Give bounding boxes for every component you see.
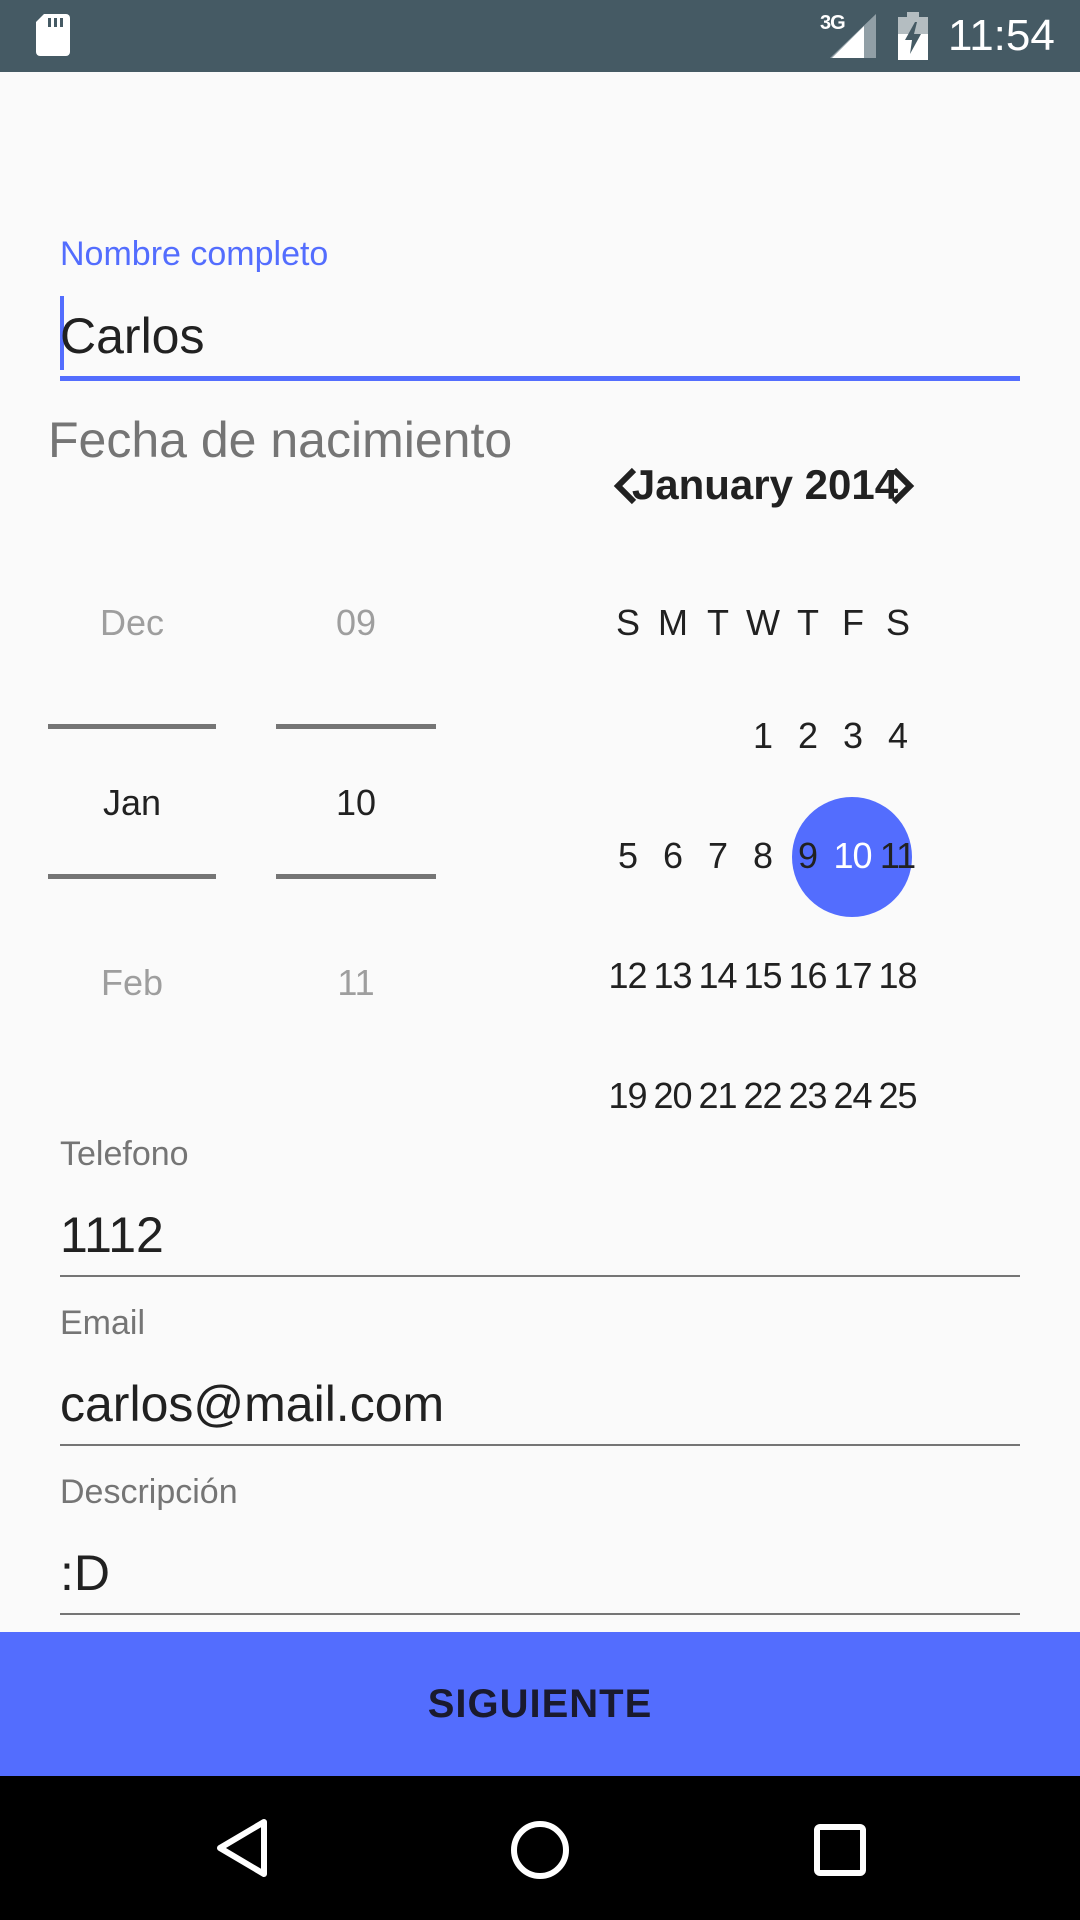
calendar-weekday-label: T bbox=[707, 602, 729, 643]
phone-field-underline bbox=[60, 1275, 1020, 1277]
calendar-day[interactable]: 2 bbox=[785, 714, 830, 758]
month-spinner-divider-top bbox=[48, 724, 216, 729]
next-button[interactable]: SIGUIENTE bbox=[0, 1632, 1080, 1776]
phone-field[interactable]: 1112 bbox=[60, 1205, 164, 1265]
birth-date-label: Fecha de nacimiento bbox=[48, 412, 513, 468]
calendar-day[interactable]: 16 bbox=[785, 954, 830, 998]
description-field[interactable]: :D bbox=[60, 1543, 110, 1603]
calendar-day[interactable]: 15 bbox=[740, 954, 785, 998]
email-field[interactable]: carlos@mail.com bbox=[60, 1374, 444, 1434]
phone-label: Telefono bbox=[60, 1135, 189, 1173]
email-field-underline bbox=[60, 1444, 1020, 1446]
month-spinner-divider-bottom bbox=[48, 874, 216, 879]
calendar-day-selected[interactable]: 10 bbox=[830, 834, 875, 878]
calendar-day[interactable]: 3 bbox=[830, 714, 875, 758]
calendar-day[interactable]: 7 bbox=[695, 834, 740, 878]
calendar-day[interactable]: 9 bbox=[785, 834, 830, 878]
signal-icon bbox=[830, 14, 876, 58]
calendar-next-month-icon[interactable] bbox=[888, 464, 916, 508]
calendar-day[interactable]: 4 bbox=[875, 714, 920, 758]
calendar-day[interactable]: 5 bbox=[605, 834, 650, 878]
day-spinner-prev[interactable]: 09 bbox=[276, 601, 436, 645]
status-clock: 11:54 bbox=[948, 11, 1055, 60]
month-spinner-next[interactable]: Feb bbox=[48, 961, 216, 1005]
recents-icon[interactable] bbox=[812, 1822, 868, 1878]
name-label: Nombre completo bbox=[60, 235, 329, 273]
calendar-weekday-label: W bbox=[746, 602, 780, 643]
calendar-day[interactable]: 11 bbox=[875, 834, 920, 878]
calendar-month-title: January 2014 bbox=[631, 461, 899, 508]
calendar-day[interactable]: 12 bbox=[605, 954, 650, 998]
back-icon[interactable] bbox=[212, 1818, 272, 1878]
calendar-day[interactable]: 19 bbox=[605, 1074, 650, 1118]
home-icon[interactable] bbox=[508, 1818, 572, 1882]
calendar-weekday-label: F bbox=[842, 602, 864, 643]
calendar-day[interactable]: 8 bbox=[740, 834, 785, 878]
month-spinner-prev[interactable]: Dec bbox=[48, 601, 216, 645]
next-button-label: SIGUIENTE bbox=[427, 1681, 653, 1726]
calendar-weekday-label: S bbox=[615, 602, 640, 643]
calendar-day[interactable]: 24 bbox=[830, 1074, 875, 1118]
calendar-day[interactable]: 23 bbox=[785, 1074, 830, 1118]
sd-card-icon bbox=[36, 14, 70, 56]
calendar-day[interactable]: 22 bbox=[740, 1074, 785, 1118]
calendar-day[interactable]: 6 bbox=[650, 834, 695, 878]
email-label: Email bbox=[60, 1304, 146, 1342]
month-spinner-selected[interactable]: Jan bbox=[48, 781, 216, 825]
day-spinner-divider-top bbox=[276, 724, 436, 729]
calendar-weekday-label: S bbox=[885, 602, 910, 643]
day-spinner-selected[interactable]: 10 bbox=[276, 781, 436, 825]
calendar-weekday-label: M bbox=[658, 602, 688, 643]
name-field[interactable]: Carlos bbox=[60, 306, 204, 366]
calendar-weekday-label: T bbox=[797, 602, 819, 643]
name-field-underline bbox=[60, 376, 1020, 381]
calendar-day[interactable]: 18 bbox=[875, 954, 920, 998]
calendar-day[interactable]: 21 bbox=[695, 1074, 740, 1118]
calendar-day[interactable]: 17 bbox=[830, 954, 875, 998]
day-spinner-divider-bottom bbox=[276, 874, 436, 879]
day-spinner-next[interactable]: 11 bbox=[276, 961, 436, 1005]
calendar-day[interactable]: 25 bbox=[875, 1074, 920, 1118]
calendar-day[interactable]: 1 bbox=[740, 714, 785, 758]
battery-charging-icon bbox=[898, 12, 928, 60]
calendar-day[interactable]: 20 bbox=[650, 1074, 695, 1118]
calendar-day[interactable]: 14 bbox=[695, 954, 740, 998]
description-field-underline bbox=[60, 1613, 1020, 1615]
calendar-day[interactable]: 13 bbox=[650, 954, 695, 998]
calendar-prev-month-icon[interactable] bbox=[612, 464, 640, 508]
description-label: Descripción bbox=[60, 1473, 238, 1511]
